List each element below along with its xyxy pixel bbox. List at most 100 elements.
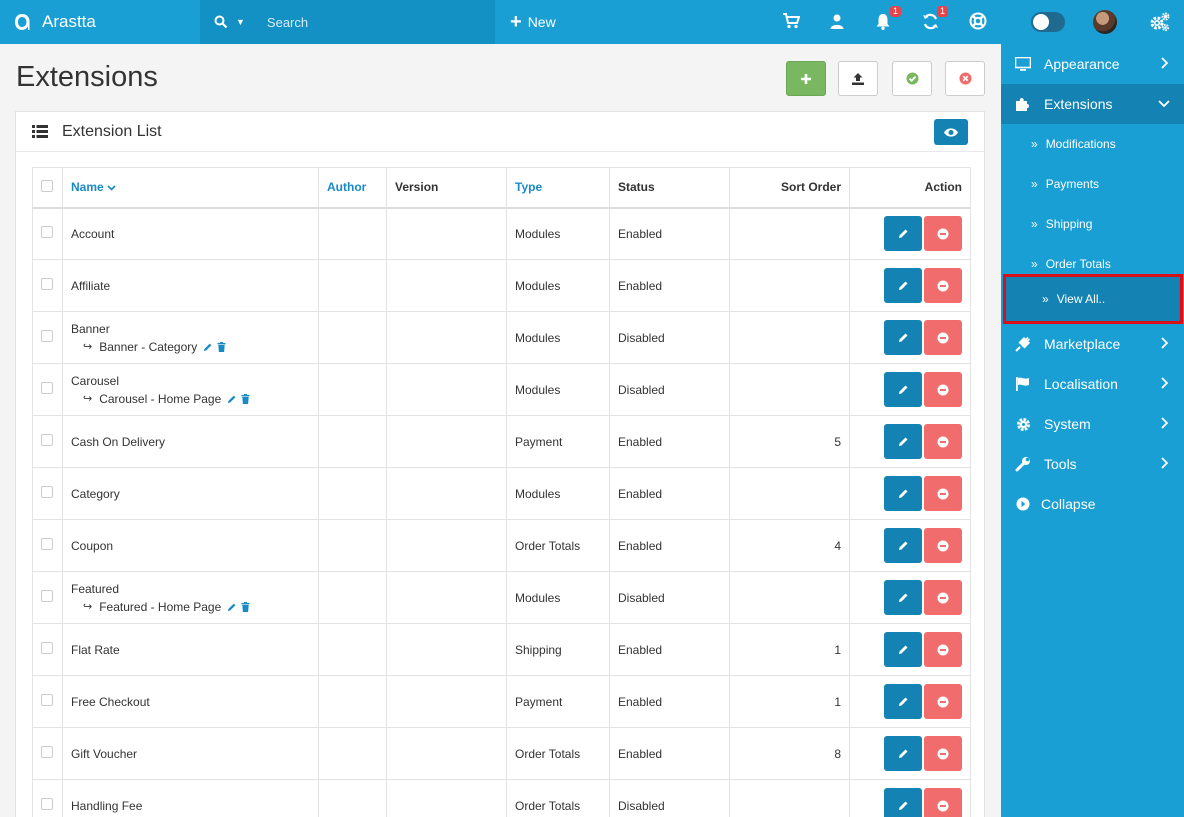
edit-button[interactable] [884,216,922,252]
name-cell: Handling Fee [62,779,319,817]
edit-button[interactable] [884,528,922,563]
edit-button[interactable] [884,580,922,615]
theme-toggle[interactable] [1031,12,1065,32]
row-checkbox[interactable] [41,382,53,394]
uninstall-button[interactable] [924,528,962,563]
uninstall-button[interactable] [924,684,962,719]
delete-module-icon[interactable] [241,601,250,612]
sidebar-item-marketplace[interactable]: Marketplace [1001,324,1184,364]
type-cell: Modules [506,363,610,416]
refresh-icon[interactable]: 1 [920,6,948,31]
support-lifebuoy-icon[interactable] [968,11,988,31]
add-extension-button[interactable] [786,61,826,96]
row-checkbox[interactable] [41,278,53,290]
table-row: Free Checkout Payment Enabled 1 [32,675,971,728]
sidebar-item-extensions[interactable]: Extensions [1001,84,1184,124]
author-cell [318,571,387,624]
search-scope-caret-icon[interactable]: ▼ [236,17,245,27]
uninstall-button[interactable] [924,736,962,771]
edit-button[interactable] [884,684,922,719]
uninstall-button[interactable] [924,216,962,252]
avatar[interactable] [1093,10,1117,34]
edit-module-icon[interactable] [203,342,213,352]
cart-icon[interactable] [781,11,801,31]
action-cell [849,467,971,520]
type-cell: Modules [506,311,610,364]
sidebar-item-appearance[interactable]: Appearance [1001,44,1184,84]
sidebar-item-tools[interactable]: Tools [1001,444,1184,484]
new-button[interactable]: + New [510,0,556,44]
table-row: Account Modules Enabled [32,207,971,260]
user-icon[interactable] [827,11,847,31]
sidebar-subitem-payments[interactable]: » Payments [1001,164,1184,204]
row-checkbox[interactable] [41,486,53,498]
uninstall-button[interactable] [924,424,962,459]
edit-button[interactable] [884,632,922,667]
search-icon[interactable] [214,15,228,29]
author-cell [318,519,387,572]
sort-by-author[interactable]: Author [318,167,387,209]
brand[interactable]: Arastta [0,0,200,44]
settings-gears-icon[interactable] [1149,11,1171,36]
sidebar-item-localisation[interactable]: Localisation [1001,364,1184,404]
module-instance: ↪ Carousel - Home Page [71,392,310,406]
uninstall-button[interactable] [924,632,962,667]
upload-button[interactable] [838,61,878,96]
edit-button[interactable] [884,424,922,459]
name-cell: Featured ↪ Featured - Home Page [62,571,319,624]
sidebar-subitem-modifications[interactable]: » Modifications [1001,124,1184,164]
row-checkbox[interactable] [41,330,53,342]
uninstall-button[interactable] [924,476,962,511]
sidebar-subitem-label: Payments [1045,177,1100,191]
search-input[interactable] [266,14,467,30]
edit-module-icon[interactable] [227,394,237,404]
edit-button[interactable] [884,372,922,407]
row-checkbox[interactable] [41,226,53,239]
uninstall-button[interactable] [924,268,962,303]
uninstall-button[interactable] [924,788,962,817]
row-checkbox[interactable] [41,642,53,654]
version-cell [386,779,507,817]
row-checkbox[interactable] [41,538,53,550]
extension-name: Handling Fee [71,798,143,813]
select-all-checkbox[interactable] [41,179,53,192]
sidebar-subitem-view-all[interactable]: » View All.. [1003,274,1183,324]
row-checkbox[interactable] [41,434,53,446]
disable-button[interactable] [945,61,985,96]
delete-module-icon[interactable] [241,393,250,404]
row-checkbox[interactable] [41,746,53,758]
edit-button[interactable] [884,268,922,303]
gear-icon [1015,416,1031,432]
edit-button[interactable] [884,788,922,817]
edit-button[interactable] [884,736,922,771]
extension-name: Account [71,226,115,241]
enable-button[interactable] [892,61,932,96]
author-cell [318,779,387,817]
delete-module-icon[interactable] [217,341,226,352]
bell-icon[interactable]: 1 [873,6,901,31]
sidebar-subitem-shipping[interactable]: » Shipping [1001,204,1184,244]
sort-order-cell [729,467,850,520]
table-row: Gift Voucher Order Totals Enabled 8 [32,727,971,780]
sidebar-item-system[interactable]: System [1001,404,1184,444]
uninstall-button[interactable] [924,580,962,615]
row-checkbox[interactable] [41,798,53,810]
edit-button[interactable] [884,320,922,355]
row-checkbox[interactable] [41,694,53,706]
sort-order-cell: 1 [729,675,850,728]
row-checkbox[interactable] [41,590,53,602]
sort-by-type[interactable]: Type [506,167,610,209]
monitor-icon [1015,56,1031,72]
edit-button[interactable] [884,476,922,511]
view-toggle-button[interactable] [934,119,968,145]
upload-icon [852,72,864,85]
sidebar-item-collapse[interactable]: Collapse [1001,484,1184,524]
sort-by-name[interactable]: Name [62,167,319,209]
extensions-table: Name Author Version Type Status Sort Ord… [32,167,971,817]
name-cell: Account [62,207,319,260]
uninstall-button[interactable] [924,320,962,355]
sort-order-cell [729,571,850,624]
uninstall-button[interactable] [924,372,962,407]
edit-module-icon[interactable] [227,602,237,612]
chevron-right-icon [1161,337,1168,349]
